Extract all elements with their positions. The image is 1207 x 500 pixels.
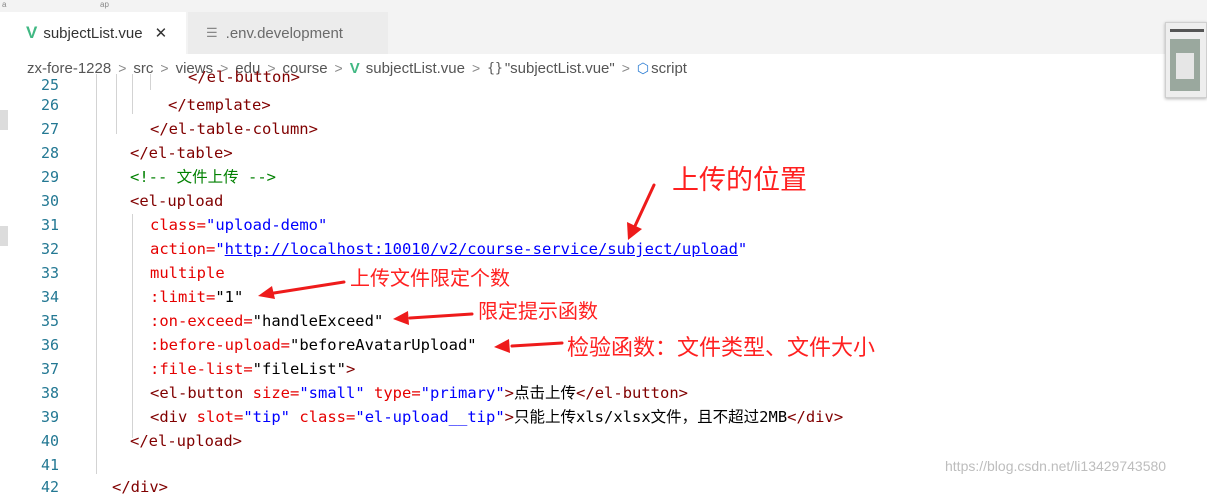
arrow-to-before-upload: [494, 339, 564, 353]
watermark: https://blog.csdn.net/li13429743580: [945, 458, 1167, 474]
arrow-to-exceed: [393, 311, 474, 325]
arrow-to-url: [627, 183, 656, 240]
annotation-arrows: [258, 183, 656, 353]
arrow-to-limit: [258, 280, 346, 299]
